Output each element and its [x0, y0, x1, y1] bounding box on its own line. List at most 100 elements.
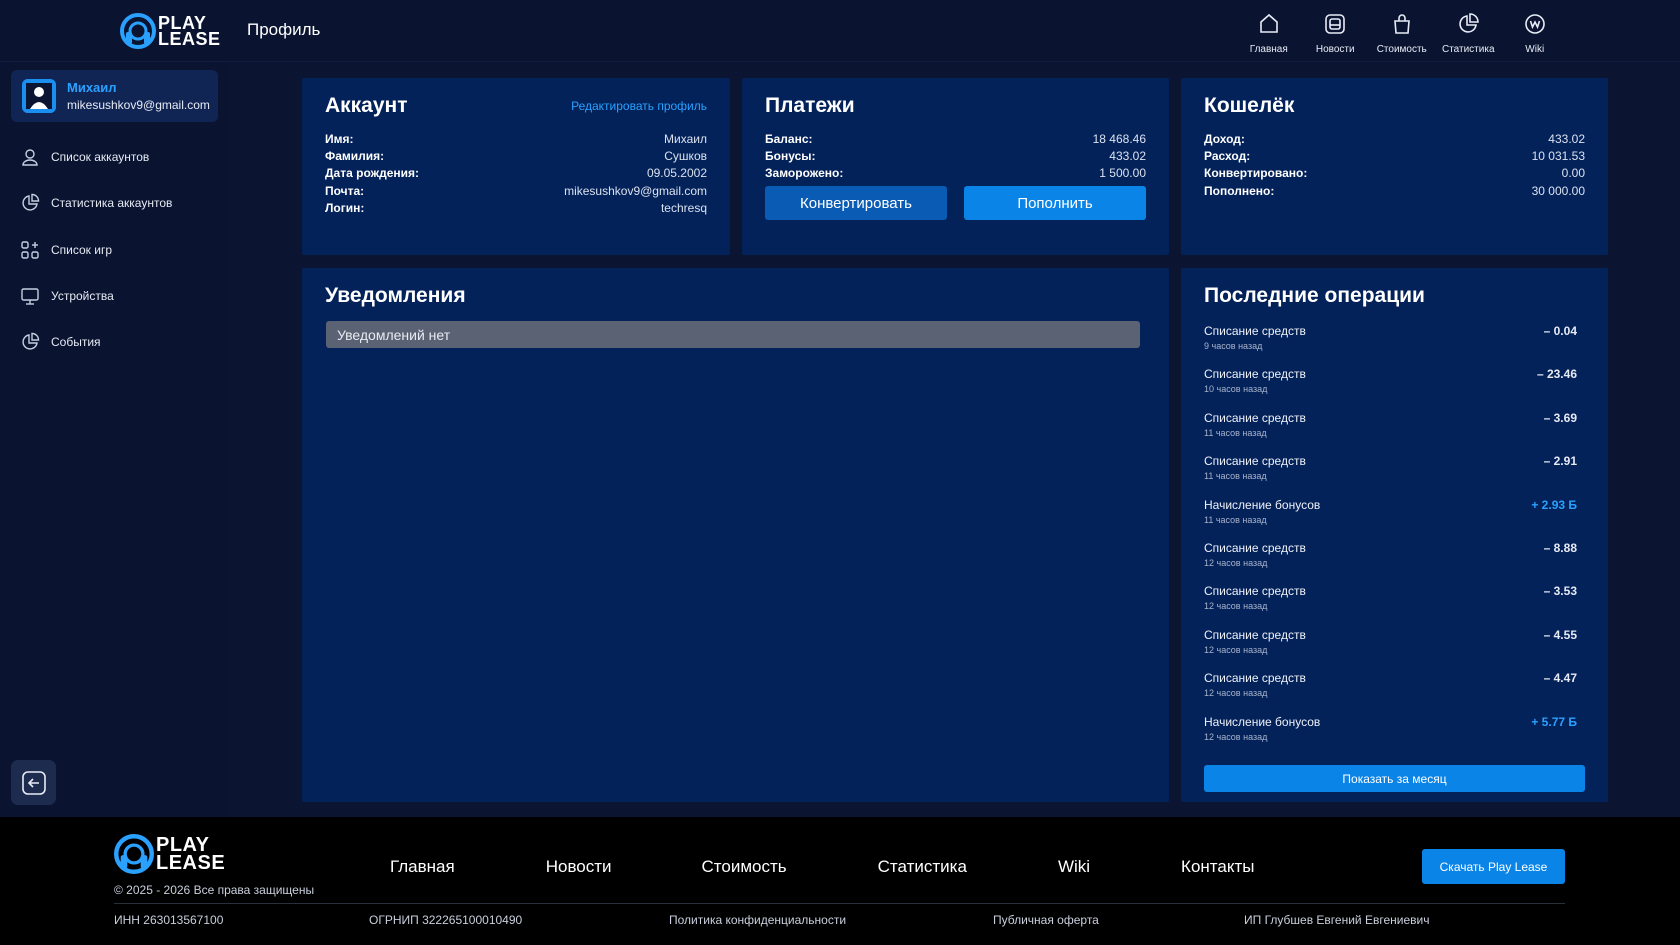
- sidebar-item-label: Устройства: [51, 289, 114, 304]
- topup-button[interactable]: Пополнить: [964, 186, 1146, 220]
- footer-nav-wiki[interactable]: Wiki: [1058, 857, 1090, 877]
- topnav-price[interactable]: Стоимость: [1369, 12, 1436, 55]
- footer-logo[interactable]: PLAY LEASE: [114, 834, 225, 874]
- news-icon: [1325, 14, 1346, 34]
- pie-chart-icon: [1459, 13, 1480, 33]
- brand-line2: LEASE: [158, 29, 221, 49]
- payments-row: Баланс: 18 468.46: [765, 131, 1146, 146]
- wallet-row: Расход: 10 031.53: [1204, 149, 1585, 164]
- user-name: Михаил: [67, 80, 117, 95]
- footer-nav-price[interactable]: Стоимость: [702, 857, 787, 877]
- sidebar-item-label: Список аккаунтов: [51, 150, 150, 165]
- sidebar-item-account-stats[interactable]: Статистика аккаунтов: [20, 180, 172, 226]
- account-row: Почта: mikesushkov9@gmail.com: [325, 183, 707, 198]
- monitor-icon: [21, 288, 39, 305]
- wallet-row: Доход: 433.02: [1204, 131, 1585, 146]
- sidebar-item-label: Список игр: [51, 242, 113, 257]
- notifications-title: Уведомления: [325, 284, 466, 307]
- pie-chart-icon: [22, 194, 40, 211]
- operation-item: Списание средств 10 часов назад – 23.46: [1204, 367, 1577, 395]
- user-avatar-icon: [22, 79, 56, 113]
- account-title: Аккаунт: [325, 94, 408, 117]
- footer: PLAY LEASE © 2025 - 2026 Все права защищ…: [0, 817, 1680, 945]
- footer-nav-contacts[interactable]: Контакты: [1181, 857, 1254, 877]
- collapse-sidebar-button[interactable]: [11, 760, 56, 805]
- account-panel: Аккаунт Редактировать профиль Имя: Михаил…: [302, 78, 730, 255]
- avatar: [22, 79, 56, 113]
- account-row: Фамилия: Сушков: [325, 149, 707, 164]
- sidebar: Михаил mikesushkov9@gmail.com Список акк…: [0, 62, 229, 817]
- legal-entity: ИП Глубшев Евгений Евгениевич: [1244, 913, 1430, 927]
- side-menu: Список аккаунтов Статистика аккаунтов Сп…: [20, 134, 172, 365]
- operations-title: Последние операции: [1204, 284, 1425, 307]
- topnav-stats[interactable]: Статистика: [1435, 12, 1502, 55]
- legal-ogrnip: ОГРНИП 322265100010490: [369, 913, 523, 927]
- privacy-policy-link[interactable]: Политика конфиденциальности: [669, 913, 846, 927]
- operation-item: Списание средств 11 часов назад – 2.91: [1204, 454, 1577, 482]
- topnav-price-label: Стоимость: [1376, 44, 1427, 55]
- account-row: Имя: Михаил: [325, 131, 707, 146]
- sidebar-item-devices[interactable]: Устройства: [20, 273, 172, 319]
- user-card[interactable]: Михаил mikesushkov9@gmail.com: [11, 70, 218, 122]
- operations-panel: Последние операции Списание средств 9 час…: [1181, 268, 1608, 802]
- topnav-wiki[interactable]: Wiki: [1502, 12, 1569, 55]
- operation-item: Списание средств 11 часов назад – 3.69: [1204, 410, 1577, 438]
- operation-item: Начисление бонусов 11 часов назад + 2.93 Б: [1204, 497, 1577, 525]
- footer-nav-stats[interactable]: Статистика: [878, 857, 967, 877]
- top-header: PLAY LEASE Профиль Главная Новости Стоим…: [0, 0, 1680, 62]
- topnav-home[interactable]: Главная: [1236, 12, 1303, 55]
- top-nav: Главная Новости Стоимость Статистика Wik…: [1236, 12, 1569, 55]
- topnav-news-label: Новости: [1315, 44, 1355, 55]
- account-row: Логин: techresq: [325, 201, 707, 216]
- sidebar-item-events[interactable]: События: [20, 319, 172, 365]
- headphones-logo-icon: [114, 834, 154, 874]
- notifications-empty-message: Уведомлений нет: [326, 321, 1140, 348]
- arrow-left-icon: [21, 770, 46, 795]
- operation-item: Списание средств 12 часов назад – 8.88: [1204, 540, 1577, 568]
- brand-logo[interactable]: PLAY LEASE: [120, 13, 221, 49]
- sidebar-item-games[interactable]: Список игр: [20, 227, 172, 273]
- topnav-news[interactable]: Новости: [1302, 12, 1369, 55]
- payments-row: Заморожено: 1 500.00: [765, 166, 1146, 181]
- footer-nav: Главная Новости Стоимость Статистика Wik…: [390, 857, 1254, 877]
- account-row: Дата рождения: 09.05.2002: [325, 166, 707, 181]
- payments-row: Бонусы: 433.02: [765, 149, 1146, 164]
- payments-title: Платежи: [765, 94, 855, 117]
- brand-line2: LEASE: [156, 852, 226, 874]
- topnav-wiki-label: Wiki: [1525, 44, 1545, 55]
- wiki-icon: [1524, 14, 1545, 34]
- account-details: Имя: Михаил Фамилия: Сушков Дата рождения:…: [325, 130, 707, 217]
- page-title: Профиль: [247, 20, 321, 39]
- notifications-panel: Уведомления Уведомлений нет: [302, 268, 1169, 802]
- show-month-button[interactable]: Показать за месяц: [1204, 765, 1585, 792]
- footer-nav-news[interactable]: Новости: [546, 857, 612, 877]
- user-icon: [22, 149, 38, 166]
- topnav-home-label: Главная: [1249, 44, 1288, 55]
- operation-item: Списание средств 12 часов назад – 3.53: [1204, 584, 1577, 612]
- legal-inn: ИНН 263013567100: [114, 913, 224, 927]
- sidebar-item-label: События: [51, 335, 101, 350]
- download-button[interactable]: Скачать Play Lease: [1422, 849, 1565, 884]
- payments-details: Баланс: 18 468.46 Бонусы: 433.02 Заморожен…: [765, 130, 1146, 182]
- operation-item: Списание средств 12 часов назад – 4.55: [1204, 627, 1577, 655]
- grid-add-icon: [21, 241, 39, 259]
- wallet-panel: Кошелёк Доход: 433.02 Расход: 10 031.53 Ко…: [1181, 78, 1608, 255]
- edit-profile-link[interactable]: Редактировать профиль: [571, 99, 707, 113]
- pie-chart-icon: [22, 333, 40, 350]
- wallet-title: Кошелёк: [1204, 94, 1295, 117]
- operation-item: Начисление бонусов 12 часов назад + 5.77 Б: [1204, 714, 1577, 742]
- sidebar-item-accounts[interactable]: Список аккаунтов: [20, 134, 172, 180]
- operations-list: Списание средств 9 часов назад – 0.04 Спис…: [1204, 321, 1581, 755]
- public-offer-link[interactable]: Публичная оферта: [993, 913, 1099, 927]
- convert-button[interactable]: Конвертировать: [765, 186, 947, 220]
- operation-item: Списание средств 12 часов назад – 4.47: [1204, 671, 1577, 699]
- wallet-row: Пополнено: 30 000.00: [1204, 183, 1585, 198]
- sidebar-item-label: Статистика аккаунтов: [51, 196, 173, 211]
- wallet-row: Конвертировано: 0.00: [1204, 166, 1585, 181]
- home-icon: [1259, 13, 1278, 33]
- bag-icon: [1393, 14, 1410, 34]
- wallet-details: Доход: 433.02 Расход: 10 031.53 Конвертиро…: [1204, 130, 1585, 200]
- footer-divider: [114, 903, 1565, 904]
- footer-nav-home[interactable]: Главная: [390, 857, 455, 877]
- copyright: © 2025 - 2026 Все права защищены: [114, 883, 315, 897]
